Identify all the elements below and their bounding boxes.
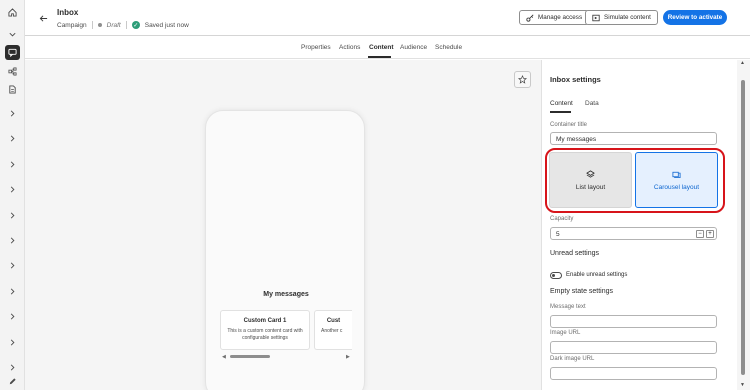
scroll-down-icon[interactable]: ▼ (740, 382, 745, 388)
tab-actions[interactable]: Actions (339, 44, 360, 51)
star-icon (518, 75, 527, 84)
chevron-right-icon[interactable] (5, 335, 20, 350)
scroll-thumb[interactable] (741, 80, 745, 375)
capacity-label: Capacity (550, 216, 574, 222)
card-title: Custom Card 1 (243, 318, 287, 324)
edit-icon[interactable] (5, 374, 20, 389)
panel-title: Inbox settings (550, 75, 601, 84)
chevron-right-icon[interactable] (5, 284, 20, 299)
chevron-right-icon[interactable] (5, 182, 20, 197)
content-card[interactable]: Cust Another c (314, 310, 352, 350)
chevron-right-icon[interactable] (5, 157, 20, 172)
scroll-thumb[interactable] (230, 355, 270, 358)
save-status: Saved just now (144, 21, 189, 29)
settings-panel: Inbox settings Content Data Container ti… (541, 60, 737, 390)
tab-properties[interactable]: Properties (301, 44, 331, 51)
check-icon: ✓ (131, 21, 140, 29)
card-text: Another c (321, 328, 343, 334)
active-tab-indicator (368, 56, 391, 58)
tab-audience[interactable]: Audience (400, 44, 427, 51)
favorite-button[interactable] (514, 71, 531, 88)
status-badge: Draft (106, 21, 121, 29)
simulate-icon (592, 14, 600, 21)
capacity-value[interactable]: 5 (556, 231, 560, 238)
tab-bar: Properties Actions Content Audience Sche… (25, 36, 750, 59)
chevron-down-icon[interactable] (5, 27, 20, 42)
card-title: Cust (326, 318, 341, 324)
back-arrow-icon[interactable] (37, 12, 49, 24)
panel-tab-data[interactable]: Data (585, 100, 599, 107)
simulate-content-button[interactable]: Simulate content (585, 10, 658, 25)
divider (91, 21, 93, 29)
message-text-label: Message text (550, 304, 586, 310)
message-icon[interactable] (5, 45, 20, 60)
carousel-layout-option[interactable]: Carousel layout (635, 152, 718, 208)
phone-preview: My messages Custom Card 1 This is a cust… (205, 110, 365, 390)
chevron-right-icon[interactable] (5, 233, 20, 248)
chevron-right-icon[interactable] (5, 360, 20, 375)
list-layout-option[interactable]: List layout (549, 152, 632, 208)
carousel-scrollbar[interactable]: ◀ ▶ (222, 354, 352, 360)
chevron-right-icon[interactable] (5, 131, 20, 146)
object-type: Campaign (57, 21, 87, 29)
status-dot (97, 23, 102, 27)
preview-canvas: My messages Custom Card 1 This is a cust… (25, 60, 541, 390)
unread-settings-heading: Unread settings (550, 250, 600, 257)
scroll-left-icon[interactable]: ◀ (222, 354, 226, 360)
manage-access-button[interactable]: Manage access (519, 10, 590, 25)
key-icon (526, 14, 534, 22)
image-url-field[interactable] (550, 341, 717, 354)
left-rail (0, 0, 25, 390)
workflow-icon[interactable] (5, 64, 20, 79)
list-layout-label: List layout (575, 183, 606, 191)
toggle-knob (552, 274, 555, 277)
increment-button[interactable]: + (706, 230, 714, 238)
layers-icon (586, 169, 595, 178)
inbox-preview-title: My messages (263, 291, 309, 298)
chevron-right-icon[interactable] (5, 309, 20, 324)
tab-schedule[interactable]: Schedule (435, 44, 462, 51)
capacity-stepper[interactable]: 5 − + (550, 227, 717, 240)
content-card[interactable]: Custom Card 1 This is a custom content c… (220, 310, 310, 350)
page-header: Inbox Campaign Draft ✓ Saved just now Ma… (25, 0, 750, 36)
review-to-activate-button[interactable]: Review to activate (663, 10, 727, 25)
home-icon[interactable] (5, 5, 20, 20)
document-icon[interactable] (5, 82, 20, 97)
simulate-content-label: Simulate content (604, 14, 651, 21)
carousel-layout-label: Carousel layout (653, 183, 700, 191)
dark-image-url-label: Dark image URL (550, 356, 595, 362)
panel-tab-content[interactable]: Content (550, 100, 573, 107)
panel-scrollbar[interactable]: ▲ ▼ (737, 60, 750, 390)
divider (125, 21, 127, 29)
container-title-label: Container title (550, 122, 588, 128)
card-text: This is a custom content card with confi… (227, 328, 303, 341)
dark-image-url-field[interactable] (550, 367, 717, 380)
header-subline: Campaign Draft ✓ Saved just now (57, 21, 189, 29)
chevron-right-icon[interactable] (5, 208, 20, 223)
container-title-field[interactable]: My messages (550, 132, 717, 145)
active-panel-tab-indicator (550, 111, 571, 113)
unread-toggle-label: Enable unread settings (566, 272, 628, 278)
manage-access-label: Manage access (538, 14, 583, 21)
decrement-button[interactable]: − (696, 230, 704, 238)
scroll-up-icon[interactable]: ▲ (740, 60, 745, 66)
scroll-right-icon[interactable]: ▶ (346, 354, 350, 360)
chevron-right-icon[interactable] (5, 258, 20, 273)
carousel-icon (672, 171, 681, 178)
message-text-field[interactable] (550, 315, 717, 328)
image-url-label: Image URL (550, 330, 581, 336)
unread-toggle[interactable] (550, 272, 562, 279)
page-title: Inbox (57, 8, 79, 17)
chevron-right-icon[interactable] (5, 106, 20, 121)
empty-state-heading: Empty state settings (550, 288, 614, 295)
tab-content[interactable]: Content (369, 44, 394, 51)
